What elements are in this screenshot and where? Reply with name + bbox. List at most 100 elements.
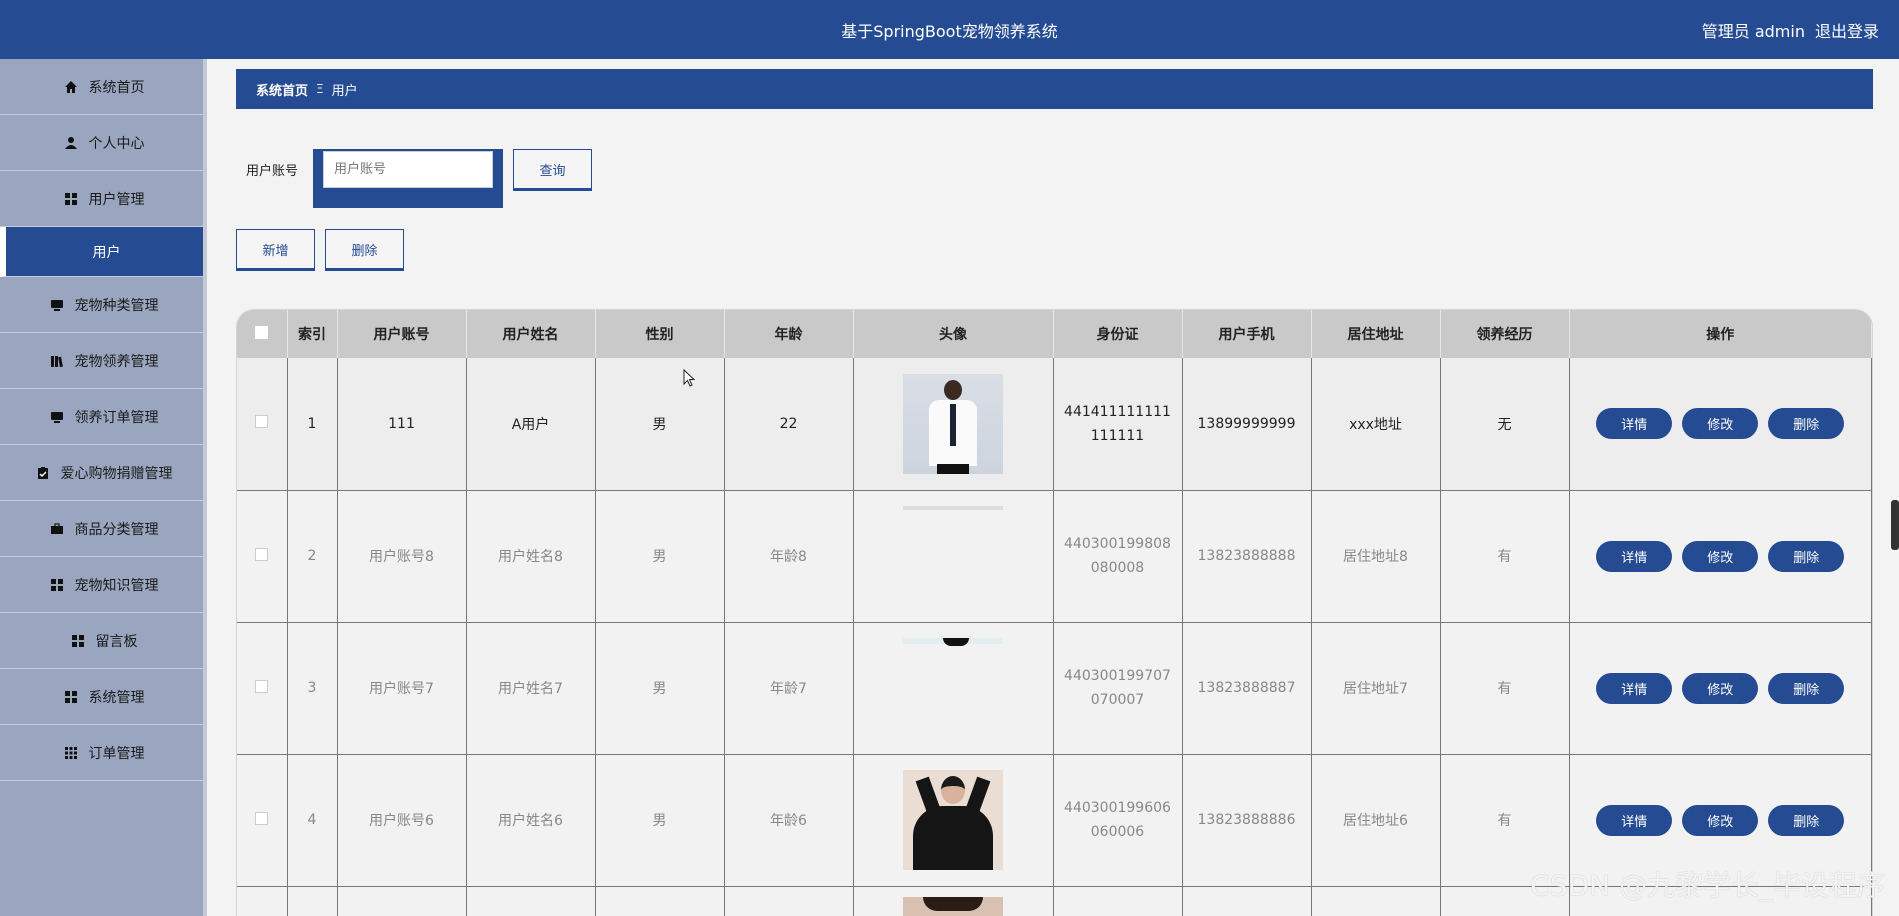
sidebar-item-label: 爱心购物捐赠管理: [60, 465, 173, 482]
cell-index: 2: [287, 490, 338, 623]
breadcrumb: 系统首页 Ξ 用户: [236, 69, 1873, 109]
top-bar: 基于SpringBoot宠物领养系统 管理员 admin 退出登录: [0, 0, 1899, 59]
column-header: 年龄: [724, 310, 854, 358]
breadcrumb-home[interactable]: 系统首页: [256, 80, 308, 99]
sidebar-item-profile[interactable]: 个人中心: [0, 115, 207, 171]
sidebar-item-label: 宠物种类管理: [74, 297, 159, 314]
column-header: 用户手机: [1182, 310, 1312, 358]
cell-avatar: [853, 886, 1054, 916]
cell-gender: 男: [595, 358, 725, 491]
delete-button[interactable]: 删除: [1768, 408, 1845, 440]
sidebar-item-label: 系统首页: [88, 79, 145, 96]
row-checkbox[interactable]: [255, 547, 269, 561]
delete-button[interactable]: 删除: [1768, 672, 1845, 704]
row-checkbox[interactable]: [255, 679, 269, 693]
edit-button[interactable]: 修改: [1682, 672, 1759, 704]
sidebar-item-label: 商品分类管理: [74, 521, 159, 538]
detail-button[interactable]: 详情: [1596, 540, 1673, 572]
cell-experience: 无: [1440, 358, 1570, 491]
cell-name: 用户姓名6: [466, 754, 596, 887]
breadcrumb-separator: Ξ: [316, 82, 324, 96]
select-all-header: [237, 310, 288, 358]
clipboard-icon: [35, 465, 51, 481]
detail-button[interactable]: 详情: [1596, 408, 1673, 440]
user-table: 索引 用户账号 用户姓名 性别 年龄 头像 身份证 用户手机 居住地址 领养经历…: [236, 309, 1873, 916]
cell-avatar: [853, 490, 1054, 623]
edit-button[interactable]: 修改: [1682, 540, 1759, 572]
cell-age: 年龄6: [724, 754, 854, 887]
sidebar-item-adoption-orders[interactable]: 领养订单管理: [0, 389, 207, 445]
cell-name: 用户姓名7: [466, 622, 596, 755]
logout-link[interactable]: 退出登录: [1815, 18, 1879, 42]
select-all-checkbox[interactable]: [255, 325, 269, 339]
app-title: 基于SpringBoot宠物领养系统: [841, 22, 1058, 41]
sidebar-item-label: 领养订单管理: [74, 409, 159, 426]
avatar-image: [903, 638, 1003, 738]
main-content: 系统首页 Ξ 用户 用户账号 查询 新增 删除 索引 用户账号 用户姓名 性别 …: [207, 59, 1899, 916]
cell-age: 年龄8: [724, 490, 854, 623]
sidebar-item-label: 宠物领养管理: [74, 353, 159, 370]
sidebar-item-pet-category[interactable]: 宠物种类管理: [0, 277, 207, 333]
row-checkbox[interactable]: [255, 415, 269, 429]
column-header: 性别: [595, 310, 725, 358]
sidebar-item-pet-knowledge[interactable]: 宠物知识管理: [0, 557, 207, 613]
table-row: 1 111 A用户 男 22 441411111111111111 138999…: [237, 358, 1872, 491]
cell-address: 居住地址8: [1311, 490, 1441, 623]
watermark: CSDN @九黎学长_毕设程序: [1530, 869, 1885, 902]
cell-gender: 男: [595, 490, 725, 623]
detail-button[interactable]: 详情: [1596, 804, 1673, 836]
cell-age: 22: [724, 358, 854, 491]
cell-avatar: [853, 358, 1054, 491]
sidebar-item-donation[interactable]: 爱心购物捐赠管理: [0, 445, 207, 501]
page-scrollbar[interactable]: [1891, 500, 1899, 550]
sidebar-item-label: 用户: [92, 244, 121, 261]
user-area: 管理员 admin 退出登录: [1702, 18, 1879, 42]
add-button[interactable]: 新增: [236, 229, 315, 269]
search-input[interactable]: [323, 151, 493, 188]
avatar-image: [903, 506, 1003, 606]
avatar-image: [903, 770, 1003, 870]
cell-gender: 男: [595, 754, 725, 887]
sidebar-item-home[interactable]: 系统首页: [0, 59, 207, 115]
batch-delete-button[interactable]: 删除: [325, 229, 404, 269]
monitor-icon: [49, 409, 65, 425]
sidebar-item-message-board[interactable]: 留言板: [0, 613, 207, 669]
edit-button[interactable]: 修改: [1682, 804, 1759, 836]
apps-icon: [63, 745, 79, 761]
monitor-icon: [49, 297, 65, 313]
admin-label: 管理员 admin: [1701, 22, 1805, 41]
query-button[interactable]: 查询: [513, 149, 592, 189]
table-header-row: 索引 用户账号 用户姓名 性别 年龄 头像 身份证 用户手机 居住地址 领养经历…: [237, 310, 1872, 358]
cell-actions: 详情 修改 删除: [1569, 358, 1872, 491]
cell-index: 3: [287, 622, 338, 755]
grid-icon: [63, 689, 79, 705]
table-row: 3 用户账号7 用户姓名7 男 年龄7 440300199707070007 1…: [237, 622, 1872, 755]
cell-experience: 有: [1440, 490, 1570, 623]
column-header: 索引: [287, 310, 338, 358]
cell-avatar: [853, 622, 1054, 755]
sidebar-item-orders[interactable]: 订单管理: [0, 725, 207, 781]
sidebar-item-label: 订单管理: [88, 745, 145, 762]
sidebar-item-system[interactable]: 系统管理: [0, 669, 207, 725]
delete-button[interactable]: 删除: [1768, 540, 1845, 572]
grid-icon: [70, 633, 86, 649]
sidebar-item-label: 宠物知识管理: [74, 577, 159, 594]
sidebar-item-user-management[interactable]: 用户管理: [0, 171, 207, 227]
edit-button[interactable]: 修改: [1682, 408, 1759, 440]
column-header: 用户姓名: [466, 310, 596, 358]
cell-account: 用户账号7: [337, 622, 467, 755]
sidebar-item-product-category[interactable]: 商品分类管理: [0, 501, 207, 557]
cell-index: 4: [287, 754, 338, 887]
cell-account: 111: [337, 358, 467, 491]
sidebar-item-users[interactable]: 用户: [0, 227, 207, 277]
row-checkbox[interactable]: [255, 811, 269, 825]
sidebar-item-pet-adoption[interactable]: 宠物领养管理: [0, 333, 207, 389]
delete-button[interactable]: 删除: [1768, 804, 1845, 836]
cell-id-card: 440300199808080008: [1053, 490, 1183, 623]
column-header: 领养经历: [1440, 310, 1570, 358]
cell-actions: 详情 修改 删除: [1569, 490, 1872, 623]
cell-index: 1: [287, 358, 338, 491]
cell-phone: 13823888888: [1182, 490, 1312, 623]
detail-button[interactable]: 详情: [1596, 672, 1673, 704]
cell-address: xxx地址: [1311, 358, 1441, 491]
